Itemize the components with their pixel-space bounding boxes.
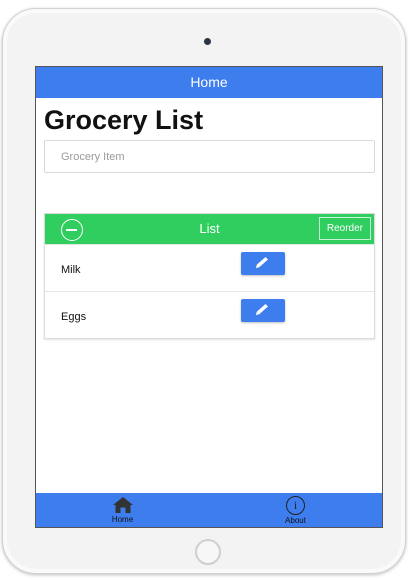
info-icon: i [286, 496, 305, 515]
list-item-label: Milk [61, 264, 81, 276]
tablet-frame: Home Grocery List List Reorder Milk [2, 8, 406, 574]
nav-bar: Home [36, 67, 382, 98]
list-item[interactable]: Milk [45, 244, 374, 291]
remove-mode-icon[interactable] [61, 219, 83, 241]
nav-title: Home [190, 74, 228, 90]
pencil-icon [256, 257, 268, 268]
grocery-list-card: List Reorder Milk Eggs [44, 213, 375, 339]
tab-home[interactable]: Home [36, 493, 209, 527]
edit-button[interactable] [241, 252, 285, 275]
tab-about[interactable]: i About [209, 493, 382, 527]
edit-button[interactable] [241, 299, 285, 322]
home-icon [112, 497, 133, 513]
tab-home-label: Home [111, 515, 134, 524]
list-item[interactable]: Eggs [45, 291, 374, 338]
grocery-item-input[interactable] [44, 140, 375, 173]
app-screen: Home Grocery List List Reorder Milk [35, 66, 383, 528]
camera-dot [204, 38, 211, 45]
hardware-home-button[interactable] [195, 539, 221, 565]
tab-bar: Home i About [36, 493, 382, 527]
pencil-icon [256, 304, 268, 315]
list-item-label: Eggs [61, 311, 87, 323]
list-header: List Reorder [45, 214, 374, 244]
reorder-button[interactable]: Reorder [318, 217, 371, 240]
tab-about-label: About [285, 516, 306, 525]
page-title: Grocery List [44, 105, 204, 135]
